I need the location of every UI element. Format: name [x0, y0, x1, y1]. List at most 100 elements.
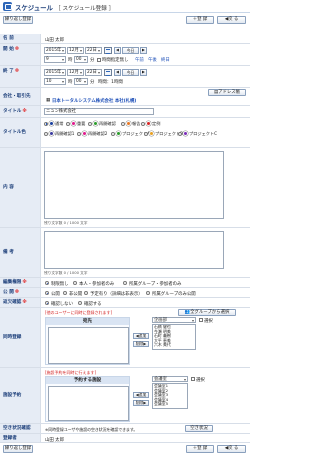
- am-link[interactable]: 午前: [135, 57, 144, 63]
- note-textarea[interactable]: [44, 231, 224, 269]
- remove-facility-button[interactable]: 削除▶: [133, 400, 149, 406]
- repeat-register-button[interactable]: 繰り返し登録: [3, 16, 33, 24]
- add-facility-button[interactable]: ◀追加: [133, 392, 149, 398]
- content-textarea[interactable]: [44, 151, 224, 219]
- facility-selected-panel: 予約する施設: [45, 376, 130, 422]
- edit-perm-radio-2[interactable]: [123, 281, 127, 285]
- public-radio-1[interactable]: [63, 291, 67, 295]
- no-time-checkbox[interactable]: [97, 57, 101, 62]
- start-hour-select[interactable]: 9: [44, 56, 66, 63]
- title-color-radio[interactable]: [66, 121, 70, 126]
- end-month-select[interactable]: 12月: [67, 69, 84, 76]
- public-option-label: 予定有り（詳細は非表示）: [90, 291, 143, 297]
- user-option[interactable]: 六木 美代: [154, 343, 195, 348]
- title-color-option[interactable]: 再開確認: [88, 120, 116, 127]
- start-month-select[interactable]: 12月: [67, 47, 84, 54]
- select-all-checkbox[interactable]: [199, 318, 203, 322]
- next-day-button[interactable]: ▶: [140, 69, 147, 76]
- add-participant-button[interactable]: ◀追加: [133, 333, 149, 339]
- calendar-icon[interactable]: [104, 47, 112, 54]
- check-vacancy-button[interactable]: 空き状況: [185, 425, 213, 432]
- row-participants: 同時登録 [他のユーザーに同時に登録されます] 👥全グループから選択 宛先 ◀追…: [0, 308, 250, 368]
- duration-text: 時間：1時間: [98, 80, 123, 85]
- title-input[interactable]: ニュン株式会社: [44, 108, 154, 115]
- participants-panel-title: 宛先: [46, 318, 129, 325]
- color-swatch-icon: [71, 121, 76, 126]
- start-year-select[interactable]: 2015年: [44, 47, 66, 54]
- title-color-label: タイトル色: [0, 118, 41, 147]
- title-color-radio[interactable]: [77, 131, 81, 136]
- public-label: 公 開※: [0, 288, 41, 297]
- reply-option-label: 確認する: [84, 301, 102, 307]
- title-color-radio[interactable]: [44, 131, 48, 136]
- participants-candidate-list[interactable]: 石橋 健也 今瀬 明美 石町 義樹 大平 恵美 六木 美代: [152, 324, 196, 350]
- public-radio-2[interactable]: [84, 291, 88, 295]
- return-button[interactable]: ◀戻 る: [217, 16, 246, 24]
- end-hour-select[interactable]: 10: [44, 78, 66, 85]
- note-char-count: 残り文字数 0 / 1000 文字: [44, 271, 88, 275]
- prev-day-button[interactable]: ◀: [114, 69, 121, 76]
- title-color-radio[interactable]: [141, 121, 145, 126]
- today-button[interactable]: 今日: [122, 47, 139, 54]
- participants-selected-list[interactable]: [48, 327, 129, 364]
- select-from-group-button[interactable]: 👥全グループから選択: [178, 309, 236, 316]
- row-note: 備 考 残り文字数 0 / 1000 文字: [0, 228, 250, 278]
- reply-radio-0[interactable]: [45, 301, 49, 305]
- edit-perm-option-label: 所属グループ・参加者のみ: [129, 281, 182, 287]
- public-option-label: 公開: [51, 291, 60, 297]
- facility-select-all-checkbox[interactable]: [191, 377, 195, 381]
- public-radio-0[interactable]: [45, 291, 49, 295]
- row-reply: 返欠確認※ 確認しない 確認する: [0, 298, 250, 308]
- pm-link[interactable]: 午後: [148, 57, 157, 63]
- facility-selected-list[interactable]: [48, 386, 129, 421]
- remove-participant-button[interactable]: 削除▶: [133, 341, 149, 347]
- title-color-name: 再開確認: [99, 120, 116, 126]
- title-color-radio[interactable]: [111, 131, 115, 136]
- end-year-select[interactable]: 2015年: [44, 69, 66, 76]
- title-color-option[interactable]: 定例: [141, 120, 160, 127]
- color-swatch-icon: [49, 121, 54, 126]
- today-button[interactable]: 今日: [122, 69, 139, 76]
- color-swatch-icon: [149, 131, 154, 136]
- register-button[interactable]: ＋登 録: [186, 16, 214, 24]
- facility-group-select[interactable]: 会議室: [152, 376, 188, 382]
- title-color-option[interactable]: 再開確認2: [77, 130, 107, 137]
- title-color-option[interactable]: プロジェクトC: [178, 130, 217, 137]
- row-edit-perm: 編集権限※ 制限無し 本人・参加者のみ 所属グループ・参加者のみ: [0, 278, 250, 288]
- row-company: 会社・取引先 ▤アドレス帳 ▦ 日本トータルシステム株式会社 本社(札幌): [0, 88, 250, 106]
- row-facility: 施設予約 [施設予約を同時に行えます] 予約する施設 ◀追加 削除▶ 会議室 選…: [0, 368, 250, 424]
- color-swatch-icon: [146, 121, 151, 126]
- prev-day-button[interactable]: ◀: [114, 47, 121, 54]
- return-button[interactable]: ◀戻 る: [217, 445, 246, 453]
- register-button[interactable]: ＋登 録: [186, 445, 214, 453]
- title-color-radio[interactable]: [88, 121, 92, 126]
- title-color-radio[interactable]: [144, 131, 148, 136]
- title-color-radio[interactable]: [178, 131, 182, 136]
- department-select[interactable]: 企画部: [152, 317, 196, 323]
- title-color-option[interactable]: 報告: [121, 120, 140, 127]
- title-color-option[interactable]: 再開確認1: [44, 130, 74, 137]
- building-icon: ▦: [46, 98, 51, 103]
- name-value: 山田 太郎: [45, 38, 64, 43]
- edit-perm-radio-1[interactable]: [73, 281, 77, 285]
- facility-candidate-list[interactable]: 会議室1 会議室2 会議室3 会議室4 会議室5: [152, 383, 188, 409]
- calendar-icon[interactable]: [104, 69, 112, 76]
- reply-label: 返欠確認※: [0, 298, 41, 307]
- end-min-select[interactable]: 00: [74, 78, 88, 85]
- title-color-radio[interactable]: [121, 121, 125, 126]
- public-radio-3[interactable]: [146, 291, 150, 295]
- title-color-option[interactable]: 重要: [66, 120, 85, 127]
- start-min-select[interactable]: 00: [74, 56, 88, 63]
- start-day-select[interactable]: 22日: [85, 47, 102, 54]
- reply-radio-1[interactable]: [78, 301, 82, 305]
- facility-option[interactable]: 会議室5: [154, 402, 187, 407]
- title-color-radio[interactable]: [44, 121, 48, 126]
- allday-link[interactable]: 終日: [161, 57, 170, 63]
- repeat-register-button[interactable]: 繰り返し登録: [3, 445, 33, 453]
- end-day-select[interactable]: 22日: [85, 69, 102, 76]
- edit-perm-radio-0[interactable]: [45, 281, 49, 285]
- title-color-option[interactable]: 通常: [44, 120, 63, 127]
- address-book-button[interactable]: ▤アドレス帳: [208, 89, 246, 96]
- next-day-button[interactable]: ▶: [140, 47, 147, 54]
- company-value[interactable]: 日本トータルシステム株式会社 本社(札幌): [52, 98, 136, 104]
